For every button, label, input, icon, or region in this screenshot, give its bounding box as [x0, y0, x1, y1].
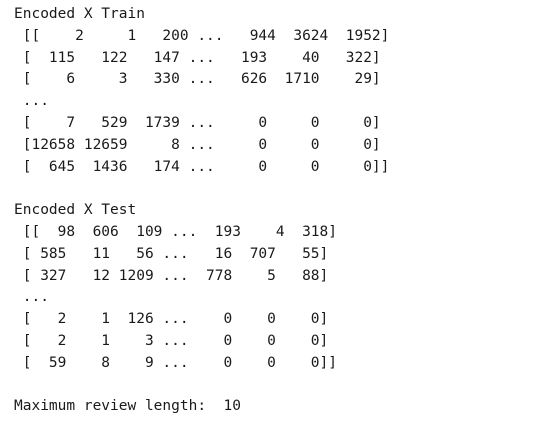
test-matrix: [[ 98 606 109 ... 193 4 318] [ 585 11 56… [14, 222, 544, 375]
test-row: [ 327 12 1209 ... 778 5 88] [14, 267, 329, 284]
test-heading: Encoded X Test [14, 202, 137, 219]
train-row: [[ 2 1 200 ... 944 3624 1952] [14, 27, 390, 44]
test-row: [[ 98 606 109 ... 193 4 318] [14, 223, 338, 240]
test-row: [ 2 1 126 ... 0 0 0] [14, 311, 329, 328]
test-row: [ 2 1 3 ... 0 0 0] [14, 332, 329, 349]
test-row: [ 585 11 56 ... 16 707 55] [14, 245, 329, 262]
test-ellipsis-row: ... [14, 289, 49, 306]
test-row: [ 59 8 9 ... 0 0 0]] [14, 354, 338, 371]
train-row: [ 645 1436 174 ... 0 0 0]] [14, 158, 390, 175]
train-ellipsis-row: ... [14, 93, 49, 110]
train-row: [ 6 3 330 ... 626 1710 29] [14, 71, 381, 88]
train-row: [12658 12659 8 ... 0 0 0] [14, 136, 381, 153]
train-matrix: [[ 2 1 200 ... 944 3624 1952] [ 115 122 … [14, 26, 544, 179]
train-row: [ 115 122 147 ... 193 40 322] [14, 49, 381, 66]
max-review-length-line: Maximum review length: 10 [14, 398, 241, 415]
train-heading: Encoded X Train [14, 6, 145, 22]
console-output: Encoded X Train [[ 2 1 200 ... 944 3624 … [14, 4, 544, 418]
train-row: [ 7 529 1739 ... 0 0 0] [14, 114, 381, 131]
